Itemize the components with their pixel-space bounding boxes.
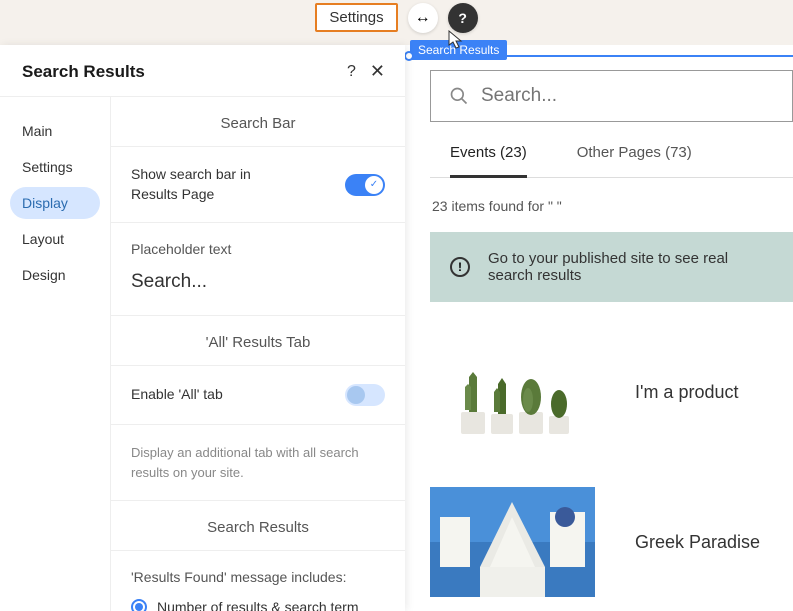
- results-found-label: 'Results Found' message includes:: [131, 569, 385, 585]
- search-icon: [449, 86, 469, 106]
- search-box[interactable]: [430, 70, 793, 122]
- preview-area: Events (23) Other Pages (73) 23 items fo…: [405, 45, 793, 611]
- all-tab-description: Display an additional tab with all searc…: [131, 443, 385, 482]
- show-search-bar-label: Show search bar in Results Page: [131, 165, 301, 204]
- info-text: Go to your published site to see real se…: [488, 250, 773, 284]
- stretch-button[interactable]: ↔: [408, 3, 438, 33]
- tab-events[interactable]: Events (23): [450, 144, 527, 178]
- tabs: Events (23) Other Pages (73): [430, 144, 793, 178]
- settings-panel: Search Results ? ✕ Main Settings Display…: [0, 45, 405, 611]
- radio-number-and-term-label: Number of results & search term: [157, 599, 359, 611]
- top-bar: Settings ↔ ?: [0, 0, 793, 35]
- show-search-bar-toggle[interactable]: ✓: [345, 174, 385, 196]
- sidebar-item-design[interactable]: Design: [10, 259, 100, 291]
- enable-all-tab-toggle[interactable]: [345, 384, 385, 406]
- sidebar-item-layout[interactable]: Layout: [10, 223, 100, 255]
- info-banner: ! Go to your published site to see real …: [430, 232, 793, 302]
- result-title: I'm a product: [635, 382, 738, 403]
- results-list: I'm a product Greek Paradise: [430, 332, 793, 602]
- result-thumb: [430, 482, 595, 602]
- content-area: Search Bar Show search bar in Results Pa…: [110, 97, 405, 611]
- close-icon[interactable]: ✕: [370, 61, 385, 82]
- enable-all-tab-label: Enable 'All' tab: [131, 385, 223, 405]
- section-title-search-bar: Search Bar: [111, 97, 405, 147]
- placeholder-input[interactable]: [131, 267, 385, 297]
- info-icon: !: [450, 257, 470, 277]
- result-thumb: [430, 332, 595, 452]
- selection-tag: Search Results: [410, 40, 507, 60]
- result-item[interactable]: Greek Paradise: [430, 482, 793, 602]
- tab-other-pages[interactable]: Other Pages (73): [577, 144, 692, 178]
- cactus-illustration: [443, 342, 583, 442]
- section-title-all-tab: 'All' Results Tab: [111, 316, 405, 366]
- placeholder-field-label: Placeholder text: [131, 241, 385, 257]
- sidebar-item-settings[interactable]: Settings: [10, 151, 100, 183]
- panel-header: Search Results ? ✕: [0, 45, 405, 97]
- settings-button[interactable]: Settings: [315, 3, 397, 32]
- sidebar: Main Settings Display Layout Design: [0, 97, 110, 611]
- radio-number-and-term[interactable]: [131, 599, 147, 611]
- sidebar-item-main[interactable]: Main: [10, 115, 100, 147]
- result-item[interactable]: I'm a product: [430, 332, 793, 452]
- result-title: Greek Paradise: [635, 532, 760, 553]
- sidebar-item-display[interactable]: Display: [10, 187, 100, 219]
- section-title-search-results: Search Results: [111, 501, 405, 551]
- results-status: 23 items found for " ": [432, 198, 793, 214]
- santorini-illustration: [430, 487, 595, 597]
- help-button[interactable]: ?: [448, 3, 478, 33]
- selection-handle[interactable]: [404, 51, 414, 61]
- search-input[interactable]: [481, 85, 774, 107]
- panel-help-icon[interactable]: ?: [347, 63, 356, 81]
- panel-title: Search Results: [22, 62, 145, 82]
